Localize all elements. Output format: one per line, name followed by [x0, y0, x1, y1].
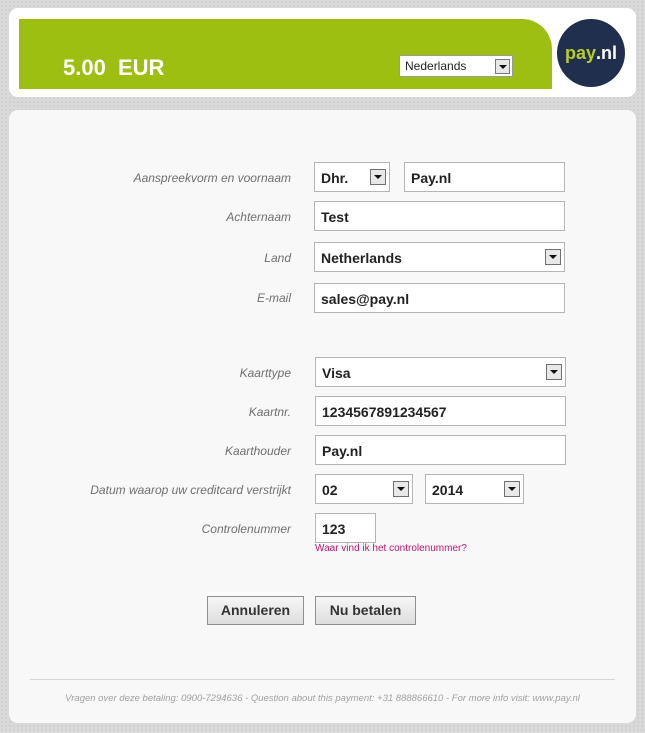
chevron-down-icon[interactable]	[495, 59, 510, 74]
paynl-logo: pay .nl	[557, 19, 625, 87]
salutation-value: Dhr.	[321, 170, 349, 186]
cvc-label: Controlenummer	[201, 522, 291, 536]
chevron-down-icon[interactable]	[393, 481, 409, 497]
expiry-month-value: 02	[322, 482, 338, 498]
cvc-help-link[interactable]: Waar vind ik het controlenummer?	[315, 543, 467, 554]
cardnumber-label: Kaartnr.	[248, 405, 291, 419]
cardholder-input[interactable]: Pay.nl	[315, 435, 566, 465]
expiry-label: Datum waarop uw creditcard verstrijkt	[90, 483, 291, 497]
firstname-input[interactable]: Pay.nl	[404, 162, 565, 192]
expiry-year-select[interactable]: 2014	[425, 474, 524, 504]
chevron-down-icon[interactable]	[504, 481, 520, 497]
payment-form: Aanspreekvorm en voornaam Dhr. Pay.nl Ac…	[9, 110, 636, 723]
country-label: Land	[264, 251, 291, 265]
firstname-value: Pay.nl	[411, 170, 452, 186]
footer-contact-text: Vragen over deze betaling: 0900-7294636 …	[65, 693, 580, 704]
cardnumber-input[interactable]: 1234567891234567	[315, 396, 566, 426]
email-value: sales@pay.nl	[321, 291, 410, 307]
chevron-down-icon[interactable]	[546, 364, 562, 380]
footer-divider	[30, 679, 615, 680]
country-value: Netherlands	[321, 250, 402, 266]
amount-value: 5.00	[63, 55, 106, 80]
pay-button[interactable]: Nu betalen	[315, 596, 416, 625]
logo-text-nl: .nl	[596, 42, 618, 63]
cardnumber-value: 1234567891234567	[322, 404, 447, 420]
email-input[interactable]: sales@pay.nl	[314, 283, 565, 313]
payment-amount: 5.00 EUR	[63, 55, 164, 81]
salutation-select[interactable]: Dhr.	[314, 162, 390, 192]
cancel-button[interactable]: Annuleren	[207, 596, 304, 625]
header-card: 5.00 EUR Nederlands pay .nl	[9, 8, 636, 97]
salutation-label: Aanspreekvorm en voornaam	[133, 171, 291, 185]
lastname-input[interactable]: Test	[314, 201, 565, 231]
lastname-label: Achternaam	[226, 210, 291, 224]
cvc-value: 123	[322, 521, 346, 537]
cardholder-value: Pay.nl	[322, 443, 363, 459]
logo-text-pay: pay	[564, 42, 597, 63]
chevron-down-icon[interactable]	[370, 169, 386, 185]
email-label: E-mail	[256, 291, 291, 305]
cardtype-label: Kaarttype	[239, 366, 291, 380]
chevron-down-icon[interactable]	[545, 249, 561, 265]
language-select[interactable]: Nederlands	[399, 55, 513, 77]
expiry-year-value: 2014	[432, 482, 464, 498]
amount-currency: EUR	[117, 55, 165, 80]
amount-bar: 5.00 EUR Nederlands	[19, 19, 552, 89]
cardholder-label: Kaarthouder	[224, 444, 291, 458]
country-select[interactable]: Netherlands	[314, 242, 565, 272]
cvc-input[interactable]: 123	[315, 513, 376, 543]
language-value: Nederlands	[405, 59, 467, 73]
cardtype-select[interactable]: Visa	[315, 357, 566, 387]
lastname-value: Test	[321, 209, 349, 225]
expiry-month-select[interactable]: 02	[315, 474, 413, 504]
cardtype-value: Visa	[322, 365, 351, 381]
